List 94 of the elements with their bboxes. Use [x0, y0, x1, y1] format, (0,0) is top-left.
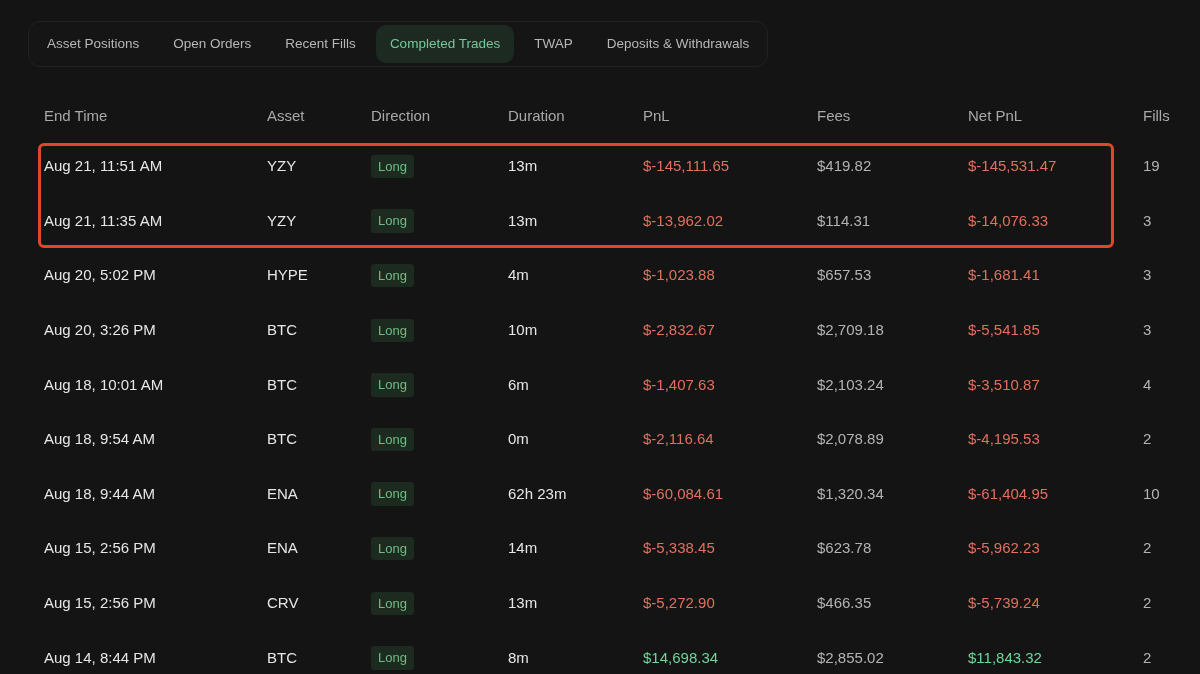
table-cell: 10m: [508, 321, 538, 339]
table-cell: BTC: [267, 375, 297, 393]
table-cell: Aug 21, 11:35 AM: [44, 211, 163, 229]
direction-tag: Long: [371, 482, 414, 506]
tab[interactable]: Asset Positions: [33, 25, 154, 64]
table-cell: $-61,404.95: [968, 484, 1049, 502]
direction-tag: Long: [371, 646, 414, 670]
table-cell: 4: [1143, 375, 1152, 393]
table-cell: $-4,195.53: [968, 430, 1040, 448]
column-header: End Time: [44, 107, 108, 124]
table-cell: 3: [1143, 211, 1152, 229]
table-cell: 14m: [508, 539, 538, 557]
tab[interactable]: Completed Trades: [375, 25, 515, 64]
table-cell: 2: [1143, 594, 1152, 612]
table-cell: 4m: [508, 266, 529, 284]
table-cell: $11,843.32: [968, 648, 1042, 666]
tab[interactable]: Recent Fills: [271, 25, 370, 64]
table-cell: Aug 18, 10:01 AM: [44, 375, 164, 393]
table-cell: Aug 15, 2:56 PM: [44, 539, 156, 557]
table-cell: $623.78: [817, 539, 872, 557]
table-cell: $-145,111.65: [643, 157, 730, 175]
direction-tag: Long: [371, 591, 414, 616]
table-cell: CRV: [267, 594, 299, 612]
table-cell: $-145,531.47: [968, 157, 1057, 175]
table-cell: $2,855.02: [817, 648, 884, 666]
table-cell: 8m: [508, 648, 529, 666]
direction-tag: Long: [371, 536, 414, 561]
table-cell: 13m: [508, 594, 538, 612]
table-cell: $-5,739.24: [968, 594, 1040, 612]
table-cell: $-5,962.23: [968, 539, 1040, 557]
table-cell: 3: [1143, 266, 1152, 284]
table-cell: $-5,338.45: [643, 539, 715, 557]
table-cell: YZY: [267, 157, 297, 175]
table-cell: BTC: [267, 430, 297, 448]
table-cell: Aug 15, 2:56 PM: [44, 594, 156, 612]
table-cell: 62h 23m: [508, 484, 567, 502]
table-cell: $14,698.34: [643, 648, 719, 666]
table-cell: $419.82: [817, 157, 872, 175]
tab[interactable]: Deposits & Withdrawals: [592, 25, 764, 64]
table-cell: Aug 20, 3:26 PM: [44, 321, 156, 339]
column-header: Duration: [508, 107, 565, 124]
table-cell: $466.35: [817, 594, 872, 612]
table-cell: $-3,510.87: [968, 375, 1040, 393]
table-cell: HYPE: [267, 266, 308, 284]
table-cell: Aug 21, 11:51 AM: [44, 157, 163, 175]
direction-tag: Long: [371, 318, 414, 343]
direction-tag: Long: [371, 154, 414, 179]
column-header: Asset: [267, 107, 305, 124]
table-cell: $-2,116.64: [643, 430, 714, 448]
table-cell: $-60,084.61: [643, 484, 724, 502]
table-cell: BTC: [267, 648, 297, 666]
direction-tag: Long: [371, 373, 414, 397]
table-cell: YZY: [267, 211, 297, 229]
table-cell: $657.53: [817, 266, 872, 284]
table-cell: Aug 18, 9:54 AM: [44, 430, 155, 448]
table-cell: 3: [1143, 321, 1152, 339]
column-header: Fees: [817, 107, 851, 124]
table-cell: 2: [1143, 539, 1152, 557]
table-cell: $-13,962.02: [643, 211, 724, 229]
table-cell: $-5,541.85: [968, 321, 1040, 339]
tab[interactable]: TWAP: [520, 25, 587, 64]
column-header: Fills: [1143, 107, 1170, 124]
table-cell: $-1,407.63: [643, 375, 715, 393]
table-cell: $-5,272.90: [643, 594, 715, 612]
table-cell: 19: [1143, 157, 1160, 175]
table-cell: $-1,023.88: [643, 266, 715, 284]
table-cell: 2: [1143, 648, 1152, 666]
table-cell: 0m: [508, 430, 529, 448]
direction-tag: Long: [371, 264, 414, 288]
tab[interactable]: Open Orders: [159, 25, 266, 64]
table-cell: Aug 18, 9:44 AM: [44, 484, 155, 502]
table-cell: $2,103.24: [817, 375, 884, 393]
table-cell: $2,709.18: [817, 321, 884, 339]
table-cell: 6m: [508, 375, 529, 393]
table-cell: BTC: [267, 321, 297, 339]
table-cell: 2: [1143, 430, 1152, 448]
table-cell: Aug 14, 8:44 PM: [44, 648, 156, 666]
table-cell: $114.31: [817, 211, 871, 229]
table-cell: $-14,076.33: [968, 211, 1049, 229]
column-header: PnL: [643, 107, 670, 124]
table-cell: $1,320.34: [817, 484, 884, 502]
table-cell: $-2,832.67: [643, 321, 715, 339]
table-cell: ENA: [267, 484, 298, 502]
table-cell: Aug 20, 5:02 PM: [44, 266, 156, 284]
table-cell: 13m: [508, 157, 538, 175]
column-header: Direction: [371, 107, 431, 124]
table-cell: 10: [1143, 484, 1160, 502]
direction-tag: Long: [371, 209, 414, 233]
table-cell: 13m: [508, 211, 538, 229]
direction-tag: Long: [371, 427, 414, 452]
table-cell: $-1,681.41: [968, 266, 1040, 284]
table-cell: ENA: [267, 539, 298, 557]
column-header: Net PnL: [968, 107, 1023, 124]
table-cell: $2,078.89: [817, 430, 884, 448]
